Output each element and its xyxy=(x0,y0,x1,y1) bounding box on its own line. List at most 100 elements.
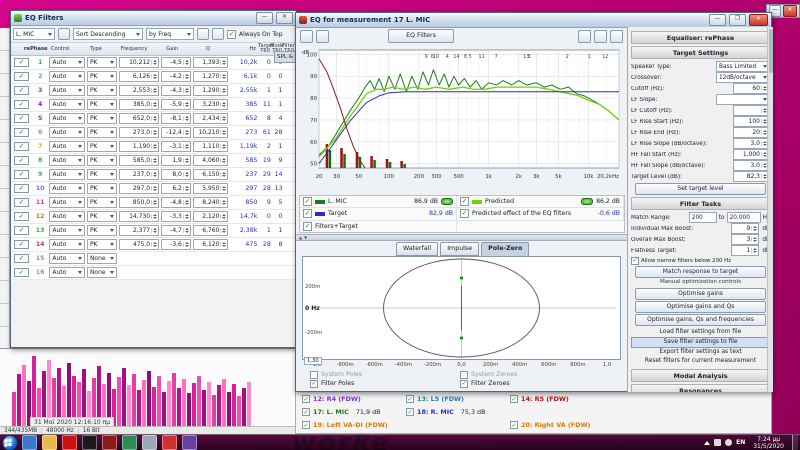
filter-gain-input[interactable]: -4,3 xyxy=(161,85,191,96)
target-field-spinner[interactable] xyxy=(733,105,769,116)
filter-control-select[interactable]: Auto xyxy=(49,267,85,278)
filter-enabled-checkbox[interactable]: ✓ xyxy=(14,198,29,207)
filter-file-action[interactable]: Export filter settings as text xyxy=(631,348,770,357)
filter-type-select[interactable]: PK xyxy=(87,141,117,152)
filter-frequency-input[interactable]: 585,0 xyxy=(119,155,159,166)
tab-impulse[interactable]: Impulse xyxy=(440,242,479,256)
filter-q-input[interactable]: 3,230 xyxy=(193,99,229,110)
spinner-arrows-icon[interactable] xyxy=(151,186,158,191)
filter-gain-input[interactable]: -4,8 xyxy=(161,197,191,208)
spinner-arrows-icon[interactable] xyxy=(220,186,227,191)
spinner-arrows-icon[interactable] xyxy=(151,172,158,177)
spinner-arrows-icon[interactable] xyxy=(183,200,190,205)
measurement-checkbox[interactable]: ✓ xyxy=(302,421,310,429)
filter-gain-input[interactable]: -12,4 xyxy=(161,127,191,138)
filter-control-select[interactable]: Auto xyxy=(49,197,85,208)
measurement-item[interactable]: ✓20: Right VA (FDW) xyxy=(510,421,590,429)
filter-enabled-checkbox[interactable]: ✓ xyxy=(14,156,29,165)
eq-filters-titlebar[interactable]: EQ Filters — ✕ xyxy=(11,11,296,26)
target-field-spinner[interactable]: 3,0 xyxy=(733,138,769,149)
spinner-arrows-icon[interactable] xyxy=(151,130,158,135)
filter-frequency-input[interactable]: 273,0 xyxy=(119,127,159,138)
target-field-select[interactable]: 12dB/octave xyxy=(716,72,770,83)
filter-enabled-checkbox[interactable]: ✓ xyxy=(14,212,29,221)
filter-control-select[interactable]: Auto xyxy=(49,183,85,194)
filters-tool-icon-2[interactable] xyxy=(197,28,209,40)
filter-gain-input[interactable]: -5,9 xyxy=(161,99,191,110)
filter-control-select[interactable]: Auto xyxy=(49,169,85,180)
spinner-arrows-icon[interactable] xyxy=(220,200,227,205)
measurement-item[interactable]: ✓12: R4 (FDW) xyxy=(302,395,361,403)
spinner-arrows-icon[interactable] xyxy=(151,60,158,65)
tab-waterfall[interactable]: Waterfall xyxy=(396,242,438,256)
match-range-from-input[interactable]: 200 xyxy=(689,212,717,223)
measurement-checkbox[interactable]: ✓ xyxy=(302,408,310,416)
filter-gain-input[interactable]: -4,5 xyxy=(161,57,191,68)
eq-minimize-button[interactable]: — xyxy=(709,14,726,26)
taskbar-icon-media[interactable] xyxy=(182,435,197,450)
task-value-spinner[interactable]: 9 xyxy=(731,223,759,234)
spinner-arrows-icon[interactable] xyxy=(151,214,158,219)
spinner-arrows-icon[interactable] xyxy=(751,248,758,253)
filter-type-select[interactable]: PK xyxy=(87,197,117,208)
filter-q-input[interactable]: 4,060 xyxy=(193,155,229,166)
spinner-arrows-icon[interactable] xyxy=(183,130,190,135)
sort-order-select[interactable]: Sort Descending xyxy=(73,28,143,40)
sort-key-select[interactable]: by Freq xyxy=(146,28,194,40)
spinner-arrows-icon[interactable] xyxy=(183,242,190,247)
filter-q-input[interactable]: 5,950 xyxy=(193,183,229,194)
filter-enabled-checkbox[interactable]: ✓ xyxy=(14,72,29,81)
set-target-level-button[interactable]: Set target level xyxy=(635,183,766,195)
pz-option-system-zeroes[interactable]: System Zeroes xyxy=(460,370,610,379)
tray-icon-1[interactable] xyxy=(714,439,721,446)
filter-type-select[interactable]: PK xyxy=(87,183,117,194)
filter-type-select[interactable]: PK xyxy=(87,239,117,250)
filter-control-select[interactable]: Auto xyxy=(49,239,85,250)
spinner-arrows-icon[interactable] xyxy=(220,102,227,107)
measurement-item[interactable]: ✓13: L5 (FDW) xyxy=(406,395,464,403)
spinner-arrows-icon[interactable] xyxy=(151,242,158,247)
filter-enabled-checkbox[interactable]: ✓ xyxy=(14,268,29,277)
filter-q-input[interactable]: 1,270 xyxy=(193,71,229,82)
filter-control-select[interactable]: Auto xyxy=(49,71,85,82)
filter-file-action[interactable]: Save filter settings to file xyxy=(631,337,770,348)
optimise-button[interactable]: Optimise gains, Qs and frequencies xyxy=(635,314,766,326)
pz-option-checkbox[interactable]: ✓ xyxy=(310,380,318,388)
task-value-spinner[interactable]: 3 xyxy=(731,234,759,245)
eq-tool-icon-2[interactable] xyxy=(316,30,329,43)
pz-option-filter-poles[interactable]: ✓Filter Poles xyxy=(310,379,460,388)
filter-control-select[interactable]: Auto xyxy=(49,113,85,124)
taskbar-icon-audio-app[interactable] xyxy=(122,435,137,450)
filter-control-select[interactable]: Auto xyxy=(49,155,85,166)
pz-option-filter-zeroes[interactable]: ✓Filter Zeroes xyxy=(460,379,610,388)
filter-type-select[interactable]: PK xyxy=(87,211,117,222)
measurement-checkbox[interactable]: ✓ xyxy=(510,395,518,403)
filter-frequency-input[interactable]: 297,0 xyxy=(119,183,159,194)
filter-gain-input[interactable]: -8,1 xyxy=(161,113,191,124)
taskbar-icon-alienware[interactable] xyxy=(82,435,97,450)
pz-option-checkbox[interactable] xyxy=(310,371,318,379)
spinner-arrows-icon[interactable] xyxy=(220,116,227,121)
filter-enabled-checkbox[interactable]: ✓ xyxy=(14,58,29,67)
filter-frequency-input[interactable]: 14,730 xyxy=(119,211,159,222)
spinner-arrows-icon[interactable] xyxy=(151,158,158,163)
spinner-arrows-icon[interactable] xyxy=(183,158,190,163)
filter-frequency-input[interactable]: 6,126 xyxy=(119,71,159,82)
start-button[interactable] xyxy=(2,435,18,450)
pz-option-checkbox[interactable]: ✓ xyxy=(460,380,468,388)
taskbar-icon-folder[interactable] xyxy=(42,435,57,450)
measurement-item[interactable]: ✓14: R5 (FDW) xyxy=(510,395,569,403)
eq-tool-icon-5[interactable] xyxy=(610,30,623,43)
spinner-arrows-icon[interactable] xyxy=(183,88,190,93)
filter-frequency-input[interactable]: 850,0 xyxy=(119,197,159,208)
filter-control-select[interactable]: Auto xyxy=(49,253,85,264)
spinner-arrows-icon[interactable] xyxy=(151,88,158,93)
spinner-arrows-icon[interactable] xyxy=(220,144,227,149)
spinner-arrows-icon[interactable] xyxy=(151,102,158,107)
spinner-arrows-icon[interactable] xyxy=(183,102,190,107)
eq-tool-icon-4[interactable] xyxy=(594,30,607,43)
taskbar-icon-notepad[interactable] xyxy=(142,435,157,450)
spinner-arrows-icon[interactable] xyxy=(220,130,227,135)
pz-option-system-poles[interactable]: System Poles xyxy=(310,370,460,379)
predicted-checkbox[interactable]: ✓ xyxy=(460,197,469,206)
